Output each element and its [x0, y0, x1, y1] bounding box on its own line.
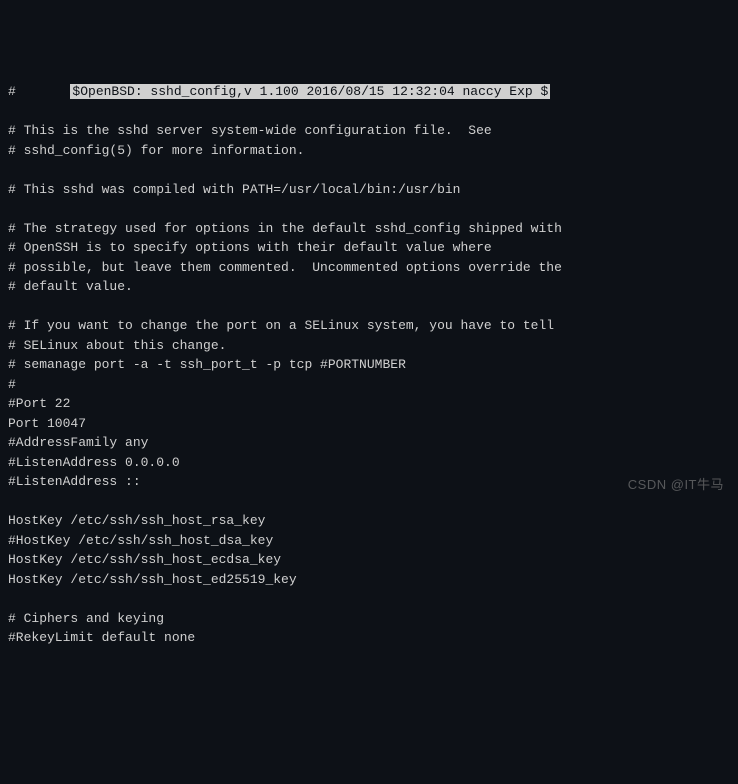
config-line: HostKey /etc/ssh/ssh_host_ecdsa_key — [8, 552, 281, 567]
config-line: # This sshd was compiled with PATH=/usr/… — [8, 182, 460, 197]
openbsd-tag: $OpenBSD: sshd_config,v 1.100 2016/08/15… — [70, 84, 550, 99]
config-line: #Port 22 — [8, 396, 70, 411]
config-line: # This is the sshd server system-wide co… — [8, 123, 492, 138]
config-line: #ListenAddress :: — [8, 474, 141, 489]
config-line: HostKey /etc/ssh/ssh_host_ed25519_key — [8, 572, 297, 587]
config-line: # OpenSSH is to specify options with the… — [8, 240, 492, 255]
config-line: # semanage port -a -t ssh_port_t -p tcp … — [8, 357, 406, 372]
config-line: Port 10047 — [8, 416, 86, 431]
config-line: # default value. — [8, 279, 133, 294]
config-line: # Ciphers and keying — [8, 611, 164, 626]
config-line: # The strategy used for options in the d… — [8, 221, 562, 236]
config-line: #HostKey /etc/ssh/ssh_host_dsa_key — [8, 533, 273, 548]
comment-hash: # — [8, 84, 16, 99]
config-line: #ListenAddress 0.0.0.0 — [8, 455, 180, 470]
config-line: # If you want to change the port on a SE… — [8, 318, 554, 333]
config-line: #RekeyLimit default none — [8, 630, 195, 645]
config-line: # — [8, 377, 16, 392]
config-line: #AddressFamily any — [8, 435, 148, 450]
file-header-line: # $OpenBSD: sshd_config,v 1.100 2016/08/… — [8, 84, 550, 99]
watermark-text: CSDN @IT牛马 — [628, 475, 724, 495]
config-line: # sshd_config(5) for more information. — [8, 143, 304, 158]
config-line: # possible, but leave them commented. Un… — [8, 260, 562, 275]
config-line: # SELinux about this change. — [8, 338, 226, 353]
terminal-output: # $OpenBSD: sshd_config,v 1.100 2016/08/… — [8, 82, 730, 648]
config-line: HostKey /etc/ssh/ssh_host_rsa_key — [8, 513, 265, 528]
